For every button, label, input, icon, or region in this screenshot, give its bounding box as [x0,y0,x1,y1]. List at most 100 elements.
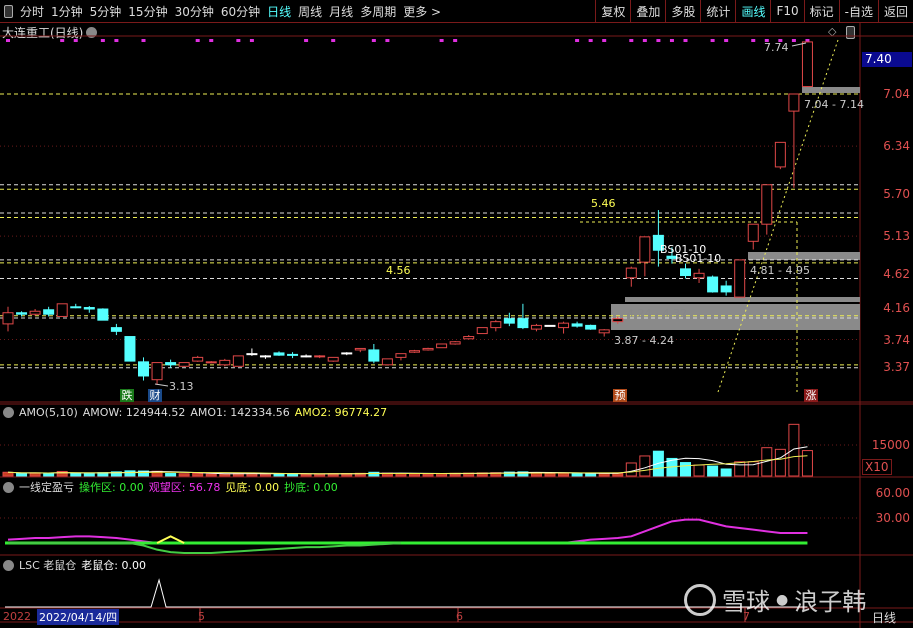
candle-body [530,324,542,330]
top-marker [439,39,444,42]
candle-body [232,355,244,367]
collapse-icon[interactable] [3,407,14,418]
zone-label-top: 7.04 - 7.14 [804,98,864,111]
level-label-456: 4.56 [386,264,411,277]
amo-header: AMO(5,10) AMOW: 124944.52 AMO1: 142334.5… [3,406,387,419]
candle-body [327,356,339,362]
indicator-header: 一线定盈亏 操作区: 0.00 观望区: 56.78 见底: 0.00 抄底: … [3,479,338,495]
top-marker [453,39,458,42]
top-marker [385,39,390,42]
volume-bar [720,468,732,477]
candle-body [205,361,217,364]
cursor-date: 2022/04/14/四 [37,609,120,625]
volume-bar [70,472,82,477]
volume-bar [219,473,231,477]
volume-axis-label: 15000 [871,438,910,452]
volume-bar [422,473,434,477]
collapse-icon[interactable] [3,559,14,571]
volume-bar [544,473,556,477]
volume-bar [56,470,68,477]
watch-zone-value: 观望区: 56.78 [148,481,221,494]
top-marker [575,39,580,42]
top-marker [304,39,309,42]
candle-body [585,324,597,330]
price-axis-label: 5.70 [883,186,910,201]
volume-bar [801,450,813,477]
volume-bar [571,472,583,477]
candle-body [476,327,488,335]
watermark-author: 浪子韩 [794,588,867,616]
top-marker [331,39,336,42]
candle-body [151,362,163,381]
top-marker [642,39,647,42]
lsc-value: 老鼠仓: 0.00 [81,559,146,572]
indicator-axis-label: 60.00 [875,486,910,500]
current-price: 7.40 [862,52,912,67]
candle-body [70,306,82,309]
amo1-value: AMO1: 142334.56 [190,406,290,419]
candle-body [110,327,122,332]
candle-body [503,318,515,324]
top-marker [209,39,214,42]
collapse-icon[interactable] [3,481,14,493]
volume-bar [625,462,637,477]
volume-bar [165,473,177,477]
top-marker [656,39,661,42]
volume-bar [259,473,271,477]
candle-body [273,352,285,356]
level-label-546: 5.46 [591,197,616,210]
candle-body [165,362,177,366]
amow-value: AMOW: 124944.52 [82,406,186,419]
volume-bar [300,473,312,477]
watch-zone-line [7,518,808,544]
candle-body [639,236,651,263]
indicator-name: 一线定盈亏 [19,481,74,494]
candle-body [720,285,732,293]
candle-body [693,272,705,279]
candle-body [381,358,393,366]
lsc-name: LSC 老鼠仓 [19,559,77,572]
candle-body [2,312,14,325]
month-label: 5 [198,610,205,623]
kline-chart[interactable] [0,0,913,628]
badge-cai: 财 [148,389,162,402]
volume-bar [680,462,691,477]
low-price-label: 3.13 [169,380,194,393]
candle-body [788,93,800,112]
price-axis-label: 4.16 [883,301,910,316]
volume-bar [788,423,800,477]
candle-body [43,309,55,315]
volume-bar [707,465,719,477]
candle-body [219,359,231,366]
volume-bar [178,473,190,477]
top-marker [100,39,105,42]
period-label: 日线 [872,611,897,625]
zone-label-low2: 3.87 - 4.24 [614,334,674,347]
top-marker [751,39,756,42]
support-zone [625,297,860,302]
candle-body [707,276,719,293]
volume-bar [734,461,746,477]
candle-body [734,259,746,298]
volume-bar [192,472,204,477]
price-axis-label: 6.34 [883,139,910,154]
top-marker [141,39,146,42]
candle-body [571,323,583,327]
candle-body [449,341,461,345]
top-marker [791,39,796,42]
volume-bar [43,472,55,477]
amo2-value: AMO2: 96774.27 [294,406,388,419]
top-marker [73,39,78,42]
candle-body [558,322,570,329]
month-label: 7 [743,610,750,623]
candle-body [138,361,149,377]
candle-body [368,349,380,362]
volume-bar [774,448,786,477]
bottom-value: 见底: 0.00 [225,481,280,494]
candle-body [747,223,759,242]
candle-body [314,355,326,358]
candle-body [341,352,353,355]
top-marker [683,39,688,42]
volume-bar [16,473,28,477]
watermark: 雪球 ● 浪子韩 [684,582,866,617]
